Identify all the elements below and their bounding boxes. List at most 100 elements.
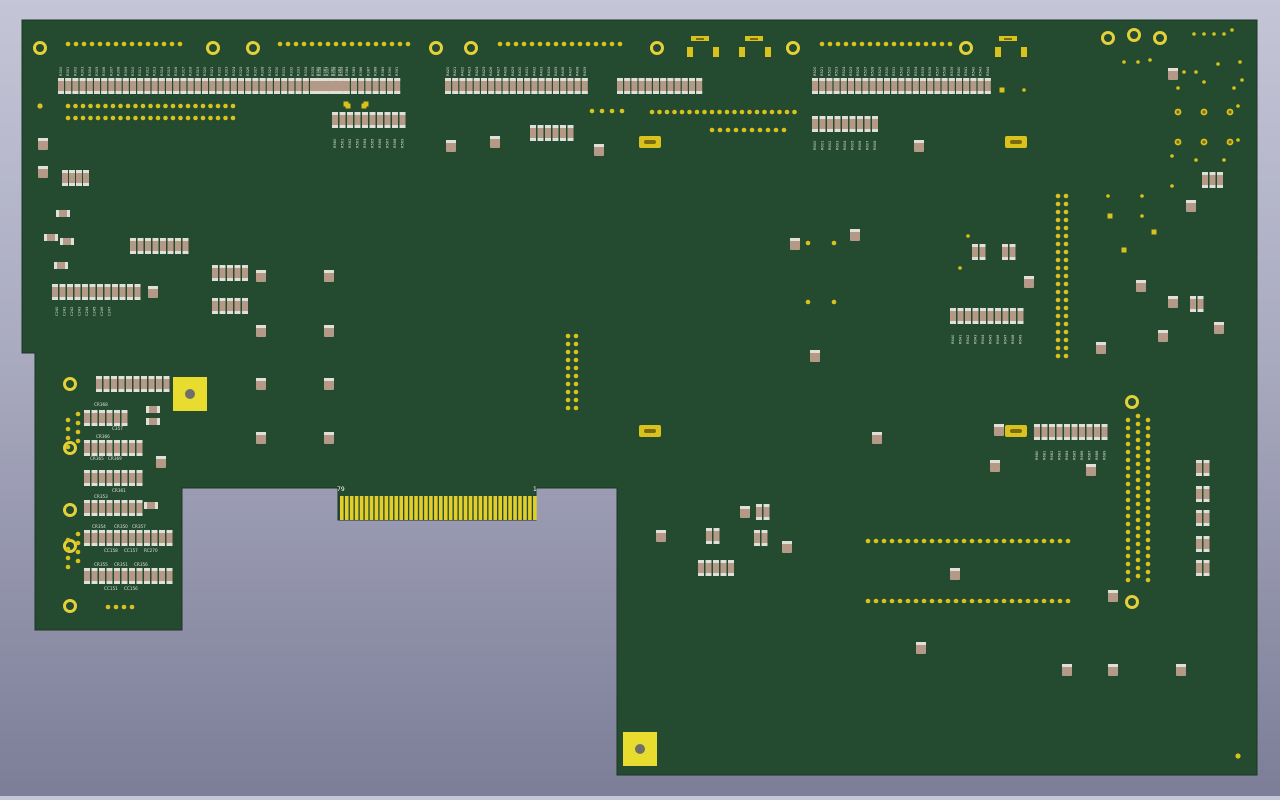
edge-connector-finger [533, 496, 537, 520]
silkscreen-label: R521 [820, 67, 824, 76]
smd-terminal [756, 517, 762, 520]
smd-terminal [1009, 244, 1016, 247]
edge-connector-finger [483, 496, 488, 520]
tab-pad [765, 47, 771, 57]
smd-terminal [995, 321, 1001, 324]
capacitor-terminal [324, 378, 334, 381]
through-hole-pad [732, 109, 737, 115]
through-hole-pad [230, 115, 236, 121]
silkscreen-label: R389 [381, 66, 385, 76]
through-hole-pad [1063, 209, 1069, 215]
silkscreen-label: R531 [892, 67, 896, 76]
silkscreen-label: R437 [568, 67, 572, 76]
smd-terminal [84, 513, 90, 516]
smd-terminal [1041, 424, 1048, 427]
through-hole-pad [1055, 193, 1061, 199]
smd-terminal [756, 504, 762, 507]
through-hole-pad [1135, 549, 1141, 555]
silkscreen-label: R645 [989, 335, 993, 344]
smd-terminal [905, 78, 912, 81]
through-hole-pad [163, 103, 168, 109]
silkscreen-label: R603 [836, 141, 840, 150]
through-hole-pad [1022, 88, 1026, 92]
through-hole-pad [65, 426, 71, 432]
through-hole-pad [601, 41, 607, 47]
edge-connector-finger [369, 496, 374, 520]
smd-terminal [84, 568, 90, 571]
smd-terminal [891, 78, 898, 81]
smd-terminal [182, 251, 189, 254]
smd-terminal [377, 112, 383, 115]
smd-terminal [1190, 309, 1196, 312]
smd-terminal [114, 568, 120, 571]
smd-terminal [834, 129, 841, 132]
smd-terminal [399, 112, 406, 115]
slot-hole [644, 429, 656, 433]
smd-terminal [69, 170, 75, 173]
smd-terminal [987, 321, 994, 324]
smd-terminal [995, 308, 1001, 311]
through-hole-pad [565, 405, 571, 411]
smd-terminal [67, 284, 73, 287]
smd-terminal [129, 543, 135, 546]
capacitor-terminal [850, 229, 860, 232]
through-hole-pad [573, 397, 579, 403]
silkscreen-label: R608 [873, 140, 877, 150]
smd-terminal [219, 265, 226, 268]
smd-terminal [234, 265, 241, 268]
capacitor-terminal [446, 140, 456, 143]
silkscreen-label: R562 [348, 139, 352, 148]
through-hole-pad [1148, 58, 1152, 62]
silkscreen-label: R683 [1058, 451, 1062, 460]
smd-terminal [812, 91, 818, 94]
through-hole-pad [905, 598, 911, 604]
smd-terminal [1079, 437, 1085, 440]
pcb-3d-viewer-canvas[interactable]: CR368 C357 CR366 CR365 CR369 CR361 CR353 CR354 C… [0, 0, 1280, 796]
slot-hole [644, 140, 656, 144]
capacitor-terminal [916, 642, 926, 645]
through-hole-pad [565, 389, 571, 395]
smd-terminal [65, 91, 72, 94]
smd-terminal [972, 308, 979, 311]
silkscreen-label: CR350 [114, 524, 128, 529]
smd-terminal [136, 513, 143, 516]
through-hole-pad [73, 103, 78, 109]
silkscreen-label: CC156 [124, 586, 138, 591]
through-hole-pad [993, 538, 999, 544]
through-hole-pad [709, 109, 715, 115]
smd-terminal [83, 183, 89, 186]
smd-terminal [252, 91, 259, 94]
smd-terminal [52, 284, 58, 287]
mounting-hole [432, 44, 440, 52]
through-hole-pad [1063, 289, 1069, 295]
smd-terminal [1086, 424, 1093, 427]
silkscreen-label: CR357 [132, 524, 146, 529]
square-mounting-hole [635, 744, 645, 754]
smd-terminal [667, 78, 674, 81]
silkscreen-label: R646 [996, 334, 1000, 344]
smd-terminal [502, 78, 509, 81]
through-hole-pad [939, 41, 945, 47]
smd-terminal [638, 78, 645, 81]
silkscreen-label: R643 [974, 335, 978, 344]
through-hole-pad [357, 41, 363, 47]
through-hole-pad [617, 41, 623, 47]
through-hole-pad [851, 41, 857, 47]
smd-terminal [1209, 185, 1216, 188]
through-hole-pad [565, 365, 571, 371]
silkscreen-label: C242 [70, 307, 74, 316]
through-hole-pad [170, 103, 176, 109]
smd-terminal [667, 91, 674, 94]
edge-connector-finger [374, 496, 379, 520]
smd-terminal [121, 581, 128, 584]
smd-terminal [833, 78, 840, 81]
smd-terminal [920, 78, 926, 81]
capacitor-terminal [38, 138, 48, 141]
smd-terminal [1064, 424, 1070, 427]
through-hole-pad [73, 115, 78, 121]
through-hole-pad [215, 103, 221, 109]
smd-terminal [538, 91, 545, 94]
smd-terminal [445, 78, 451, 81]
smd-terminal [58, 78, 64, 81]
smd-terminal [855, 78, 862, 81]
